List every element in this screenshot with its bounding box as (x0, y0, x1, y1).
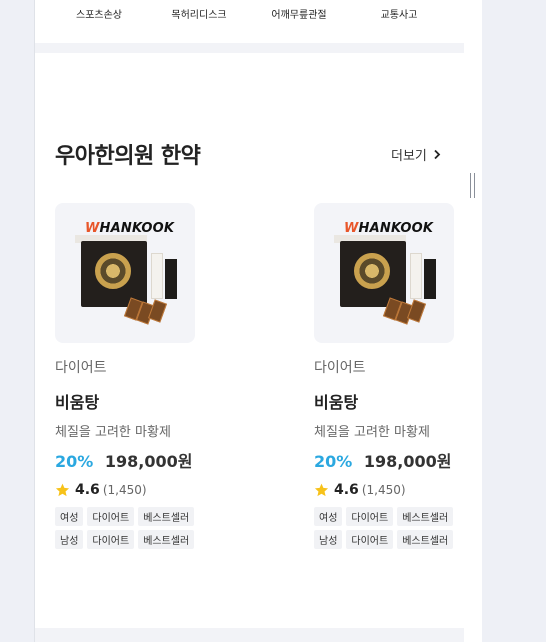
content-panel: 스포츠손상 목허리디스크 어깨무릎관절 교통사고 우아한의원 한약 더보기 WH… (35, 0, 464, 642)
tag: 남성 (55, 530, 84, 549)
product-price: 198,000원 (104, 452, 193, 471)
product-category: 다이어트 (55, 360, 107, 376)
discount-rate: 20% (55, 452, 94, 471)
tag: 다이어트 (87, 530, 135, 549)
product-image: WHANKOOK (314, 203, 454, 343)
category-traffic-accident[interactable]: 교통사고 (381, 6, 418, 21)
product-category: 다이어트 (314, 360, 366, 376)
product-price: 198,000원 (363, 452, 452, 471)
category-neck-back-disc[interactable]: 목허리디스크 (171, 6, 226, 21)
product-card[interactable]: WHANKOOK 다이어트 비움탕 체질을 고려한 마황제 20% 198,00… (314, 203, 464, 549)
horizontal-drag-handle[interactable] (470, 173, 475, 198)
review-count: (1,450) (102, 483, 147, 497)
tag: 베스트셀러 (397, 507, 454, 526)
brand-logo: WHANKOOK (85, 221, 175, 236)
section-divider (35, 628, 464, 642)
tag: 다이어트 (87, 507, 135, 526)
category-sports-injury[interactable]: 스포츠손상 (76, 6, 122, 21)
tag: 베스트셀러 (138, 507, 195, 526)
product-card[interactable]: WHANKOOK 다이어트 비움탕 체질을 고려한 마황제 20% 198,00… (55, 203, 225, 549)
section-divider (35, 43, 464, 53)
rating-score: 4.6 (334, 482, 359, 498)
scroll-track (464, 0, 482, 642)
rating-row: 4.6 (1,450) (314, 482, 464, 498)
tag: 여성 (55, 507, 84, 526)
rating-score: 4.6 (75, 482, 100, 498)
star-icon (55, 483, 75, 497)
category-nav: 스포츠손상 목허리디스크 어깨무릎관절 교통사고 (35, 0, 464, 40)
price-row: 20% 198,000원 (314, 448, 464, 472)
tag: 다이어트 (346, 530, 394, 549)
tag: 베스트셀러 (397, 530, 454, 549)
tag: 남성 (314, 530, 343, 549)
rating-row: 4.6 (1,450) (55, 482, 225, 498)
product-description: 체질을 고려한 마황제 (55, 425, 171, 440)
more-link[interactable]: 더보기 (391, 145, 441, 164)
tag-list: 여성 다이어트 베스트셀러 남성 다이어트 베스트셀러 (314, 507, 464, 549)
product-description: 체질을 고려한 마황제 (314, 425, 430, 440)
product-name: 비움탕 (314, 393, 359, 412)
price-row: 20% 198,000원 (55, 448, 225, 472)
tag-list: 여성 다이어트 베스트셀러 남성 다이어트 베스트셀러 (55, 507, 205, 549)
review-count: (1,450) (361, 483, 406, 497)
more-label: 더보기 (391, 149, 427, 164)
tag: 다이어트 (346, 507, 394, 526)
category-shoulder-knee-joint[interactable]: 어깨무릎관절 (271, 6, 326, 21)
star-icon (314, 483, 334, 497)
brand-logo: WHANKOOK (344, 221, 434, 236)
product-name: 비움탕 (55, 393, 100, 412)
tag: 베스트셀러 (138, 530, 195, 549)
discount-rate: 20% (314, 452, 353, 471)
tag: 여성 (314, 507, 343, 526)
product-image: WHANKOOK (55, 203, 195, 343)
section-title: 우아한의원 한약 (55, 144, 201, 169)
chevron-right-icon (433, 149, 441, 160)
